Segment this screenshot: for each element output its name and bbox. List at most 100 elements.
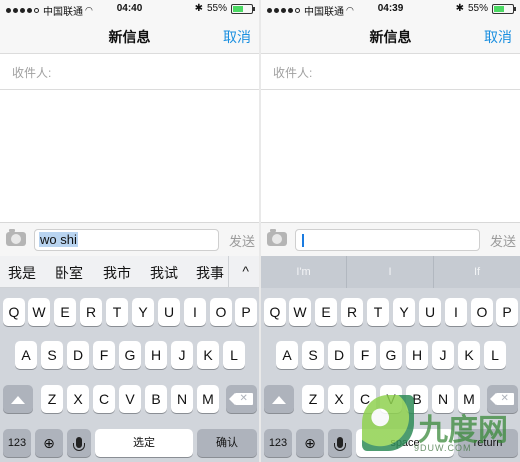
key[interactable]: I (445, 298, 467, 326)
key[interactable]: C (354, 385, 376, 413)
globe-key[interactable]: ⊕ (35, 429, 63, 457)
globe-icon: ⊕ (304, 435, 316, 451)
key[interactable]: O (210, 298, 232, 326)
key[interactable]: V (119, 385, 141, 413)
key[interactable]: M (197, 385, 219, 413)
key[interactable]: C (93, 385, 115, 413)
key[interactable]: K (197, 341, 219, 369)
key[interactable]: R (80, 298, 102, 326)
key[interactable]: A (276, 341, 298, 369)
key[interactable]: B (406, 385, 428, 413)
space-key[interactable]: 选定 (95, 429, 193, 457)
key[interactable]: N (432, 385, 454, 413)
chevron-up-icon[interactable]: ^ (242, 263, 249, 279)
key[interactable]: T (106, 298, 128, 326)
microphone-icon (73, 437, 85, 451)
key[interactable]: Q (264, 298, 286, 326)
navigation-bar: 新信息 取消 (0, 18, 259, 54)
return-key[interactable]: return (458, 429, 518, 457)
candidate-item[interactable]: 我试 (150, 263, 178, 283)
key[interactable]: J (432, 341, 454, 369)
globe-key[interactable]: ⊕ (296, 429, 324, 457)
battery-percent: 55% (206, 3, 227, 14)
key[interactable]: P (496, 298, 518, 326)
left-screen: 中国联通 ◠ 04:40 ✱ 55% 新信息 取消 收件人: wo shi 发送… (0, 0, 259, 462)
text-caret (302, 234, 304, 248)
camera-icon[interactable] (6, 229, 26, 246)
key[interactable]: W (28, 298, 50, 326)
key[interactable]: R (341, 298, 363, 326)
recipient-field[interactable]: 收件人: (261, 54, 520, 90)
battery-percent: 55% (467, 3, 488, 14)
key[interactable]: V (380, 385, 402, 413)
key[interactable]: M (458, 385, 480, 413)
shift-icon (272, 396, 286, 404)
recipient-field[interactable]: 收件人: (0, 54, 259, 90)
candidate-item[interactable]: 我市 (103, 263, 131, 283)
key[interactable]: Y (393, 298, 415, 326)
key[interactable]: T (367, 298, 389, 326)
candidate-item[interactable]: 我事 (196, 263, 224, 283)
key[interactable]: G (380, 341, 402, 369)
key[interactable]: N (171, 385, 193, 413)
key[interactable]: L (223, 341, 245, 369)
key[interactable]: U (419, 298, 441, 326)
prediction-item[interactable]: I'm (261, 256, 346, 288)
numbers-key[interactable]: 123 (264, 429, 292, 457)
key[interactable]: A (15, 341, 37, 369)
globe-icon: ⊕ (43, 435, 55, 451)
cancel-button[interactable]: 取消 (223, 27, 251, 47)
key[interactable]: H (406, 341, 428, 369)
key[interactable]: H (145, 341, 167, 369)
key[interactable]: E (315, 298, 337, 326)
key[interactable]: U (158, 298, 180, 326)
key[interactable]: G (119, 341, 141, 369)
camera-icon[interactable] (267, 229, 287, 246)
delete-key[interactable]: ✕ (226, 385, 257, 413)
key[interactable]: X (67, 385, 89, 413)
microphone-icon (334, 437, 346, 451)
shift-icon (11, 396, 25, 404)
key[interactable]: I (184, 298, 206, 326)
key[interactable]: O (471, 298, 493, 326)
key[interactable]: F (354, 341, 376, 369)
candidate-item[interactable]: 我是 (8, 263, 36, 283)
key[interactable]: S (302, 341, 324, 369)
send-button[interactable]: 发送 (229, 231, 255, 250)
shift-key[interactable] (3, 385, 33, 413)
message-input[interactable] (295, 229, 480, 251)
key[interactable]: E (54, 298, 76, 326)
key[interactable]: D (67, 341, 89, 369)
key[interactable]: W (289, 298, 311, 326)
return-key[interactable]: 确认 (197, 429, 257, 457)
key[interactable]: Z (302, 385, 324, 413)
candidate-item[interactable]: 卧室 (55, 263, 83, 283)
key[interactable]: Z (41, 385, 63, 413)
key[interactable]: J (171, 341, 193, 369)
key[interactable]: D (328, 341, 350, 369)
prediction-item[interactable]: I (347, 256, 433, 288)
recipient-label: 收件人: (273, 66, 313, 80)
delete-icon: ✕ (228, 393, 253, 405)
key[interactable]: F (93, 341, 115, 369)
cancel-button[interactable]: 取消 (484, 27, 512, 47)
key[interactable]: S (41, 341, 63, 369)
bluetooth-icon: ✱ (455, 3, 464, 14)
key[interactable]: Q (3, 298, 25, 326)
shift-key[interactable] (264, 385, 294, 413)
microphone-key[interactable] (328, 429, 352, 457)
space-key[interactable]: space (356, 429, 454, 457)
key[interactable]: B (145, 385, 167, 413)
send-button[interactable]: 发送 (490, 231, 516, 250)
delete-key[interactable]: ✕ (487, 385, 518, 413)
key[interactable]: Y (132, 298, 154, 326)
microphone-key[interactable] (67, 429, 91, 457)
numbers-key[interactable]: 123 (3, 429, 31, 457)
key[interactable]: X (328, 385, 350, 413)
key[interactable]: L (484, 341, 506, 369)
message-input[interactable]: wo shi (34, 229, 219, 251)
prediction-item[interactable]: If (434, 256, 520, 288)
status-bar: 中国联通 ◠ 04:40 ✱ 55% (0, 0, 259, 18)
key[interactable]: P (235, 298, 257, 326)
key[interactable]: K (458, 341, 480, 369)
